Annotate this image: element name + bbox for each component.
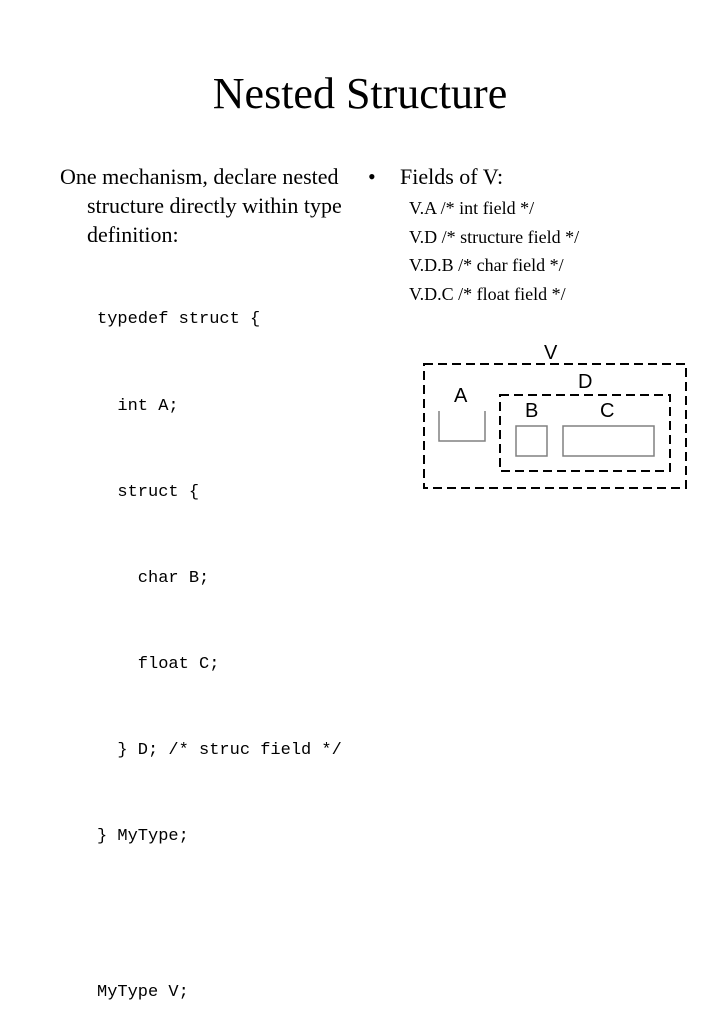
label-c: C [600, 400, 614, 422]
label-v: V [544, 342, 558, 364]
code-line: float C; [97, 654, 220, 674]
code-line: } D; /* struc field */ [97, 740, 342, 760]
field-b-box [515, 425, 548, 457]
label-b: B [525, 400, 538, 422]
code-line: char B; [97, 568, 210, 588]
code-line: } MyType; [97, 827, 189, 847]
field-c-box [562, 425, 655, 457]
memory-layout-diagram: V A D B C [423, 342, 687, 489]
label-d: D [578, 371, 592, 393]
field-a-box [438, 411, 486, 442]
label-a: A [454, 385, 468, 407]
code-spacer [97, 909, 342, 921]
code-declaration: MyType V; [97, 982, 189, 1002]
